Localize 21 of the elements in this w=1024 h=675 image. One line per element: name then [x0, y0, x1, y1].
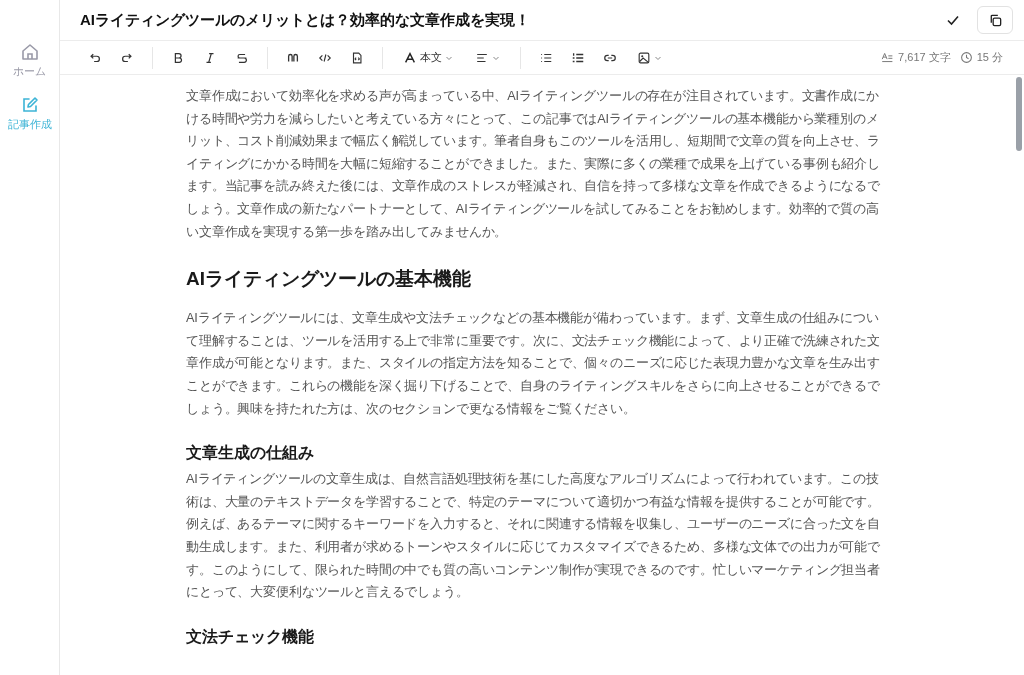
subsection-heading: 文法チェック機能: [186, 626, 315, 647]
scrollbar-thumb[interactable]: [1016, 77, 1022, 151]
numbered-list-icon: [571, 50, 585, 65]
home-icon: [19, 42, 40, 62]
sidebar-item[interactable]: 記事作成: [7, 95, 52, 132]
text-size-icon: [881, 51, 895, 64]
clock-icon: [959, 51, 973, 64]
character-count: 7,617 文字: [898, 50, 951, 65]
sidebar-item[interactable]: ホーム: [13, 42, 46, 79]
paragraph: AIライティングツールには、文章生成や文法チェックなどの基本機能が備わっています。まず、文章生成の仕組みについて理解することは、ツールを活用する上で非常に重要です。次に、文法チェック機能によって、より正確で洗練された文章作成が可能となります。また、スタイルの指定方法を知ることで、個々のニーズに応じた表現力豊かな文章を生み出すことができます。これらの機能を深く掘り下げることで、自身のライティングスキルをさらに向上させることができるでしょう。興味を持たれた方は、次のセクションで更なる情報をご覧ください。: [186, 310, 881, 418]
copy-button[interactable]: [977, 6, 1013, 34]
section-heading: AIライティングツールの基本機能: [186, 267, 472, 292]
paragraph: AIライティングツールの文章生成は、自然言語処理技術を基にした高度なアルゴリズムによって行われています。この技術は、大量のテキストデータを学習することで、特定のテーマについて適切かつ有益な情報を提供することが可能です。例えば、あるテーマに関するキーワードを入力すると、それに関連する情報を収集し、ユーザーのニーズに合った文を自動生成します。また、利用者が求めるトーンやスタイルに応じてカスタマイズできるため、多様な文体での出力が可能です。このようにして、限られた時間の中でも質の高いコンテンツ制作が実現できるのです。忙しいマーケティング担当者にとって、大変便利なツールと言えるでしょう。: [186, 471, 881, 602]
reading-time: 15 分: [976, 50, 1003, 65]
subsection-heading: 文章生成の仕組み: [186, 443, 315, 464]
text-style-dropdown[interactable]: 本文: [399, 44, 457, 71]
image-icon: [637, 50, 651, 65]
letter-a-icon: [403, 50, 417, 65]
paragraph: 文章作成において効率化を求める声が高まっている中、AIライティングツールの存在が注目されています。文書作成にかける時間や労力を減らしたいと考えている方々にとって、この記事ではAIライティングツールの基本機能から業種別のメリット、コスト削減効果まで幅広く解説しています。筆者自身もこのツールを活用し、短期間で文章の質を向上させ、ライティングにかかる時間を大幅に短縮することができました。また、実際に多くの業種で成果を上げている事例も紹介します。当記事を読み終えた後には、文章作成のストレスが軽減され、自信を持って多様な文章を作成できるようになるでしょう。文章作成の新たなパートナーとして、AIライティングツールを試してみることをお勧めします。効率的で質の高い文章作成を実現する第一歩を踏み出してみませんか。: [186, 88, 881, 241]
code-file-icon: [350, 50, 364, 65]
document-title: AIライティングツールのメリットとは？効率的な文章作成を実現！: [80, 10, 531, 30]
